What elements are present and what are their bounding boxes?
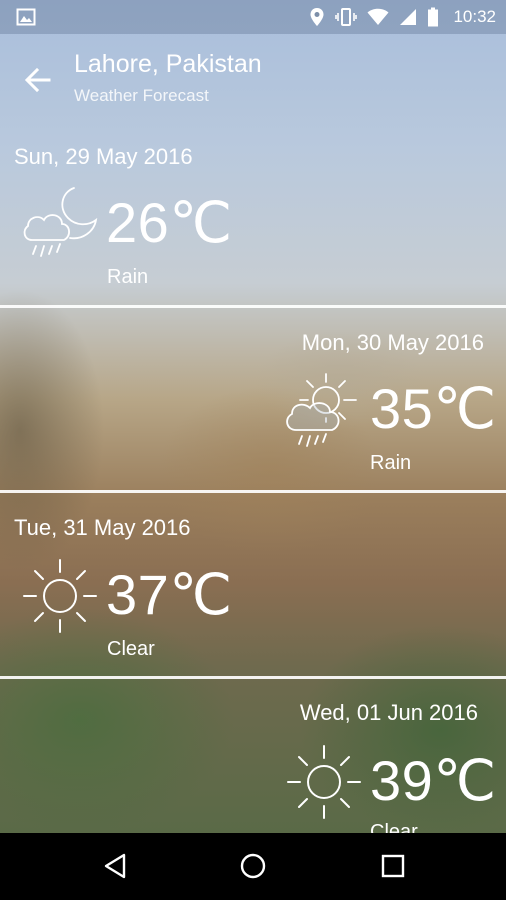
home-circle-icon[interactable] bbox=[238, 851, 268, 881]
app-bar: Lahore, Pakistan Weather Forecast bbox=[0, 34, 506, 110]
navigation-bar bbox=[0, 833, 506, 900]
signal-icon bbox=[400, 9, 417, 25]
vibrate-icon bbox=[335, 8, 358, 26]
forecast-temperature: 26℃ bbox=[106, 191, 233, 254]
status-bar: 10:32 bbox=[0, 0, 506, 34]
forecast-temperature: 35℃ bbox=[370, 377, 497, 440]
back-triangle-icon[interactable] bbox=[100, 851, 130, 881]
image-icon bbox=[16, 8, 36, 26]
sun-cloud-rain-icon bbox=[286, 373, 357, 447]
forecast-date: Wed, 01 Jun 2016 bbox=[299, 700, 478, 725]
location-icon bbox=[310, 8, 324, 26]
battery-icon bbox=[428, 7, 439, 27]
page-subtitle: Weather Forecast bbox=[74, 86, 209, 105]
moon-cloud-rain-icon bbox=[23, 187, 98, 257]
app-screen: 10:32 Lahore, Pakistan Weather Forecast … bbox=[0, 0, 506, 833]
forecast-condition: Rain bbox=[370, 452, 412, 474]
divider bbox=[0, 490, 506, 493]
recents-square-icon[interactable] bbox=[378, 851, 408, 881]
forecast-date: Mon, 30 May 2016 bbox=[301, 330, 484, 355]
divider bbox=[0, 676, 506, 679]
status-time: 10:32 bbox=[453, 7, 496, 26]
page-title: Lahore, Pakistan bbox=[74, 50, 262, 78]
forecast-condition: Clear bbox=[107, 638, 155, 660]
arrow-back-icon[interactable] bbox=[22, 64, 54, 96]
forecast-condition: Rain bbox=[107, 266, 149, 288]
forecast-date: Sun, 29 May 2016 bbox=[14, 144, 193, 169]
wifi-icon bbox=[367, 8, 389, 25]
forecast-temperature: 37℃ bbox=[106, 563, 233, 626]
forecast-temperature: 39℃ bbox=[370, 749, 497, 812]
sun-icon bbox=[287, 745, 361, 819]
divider bbox=[0, 305, 506, 308]
forecast-date: Tue, 31 May 2016 bbox=[14, 515, 191, 540]
forecast-condition: Clear bbox=[370, 821, 418, 833]
sun-icon bbox=[23, 559, 97, 633]
